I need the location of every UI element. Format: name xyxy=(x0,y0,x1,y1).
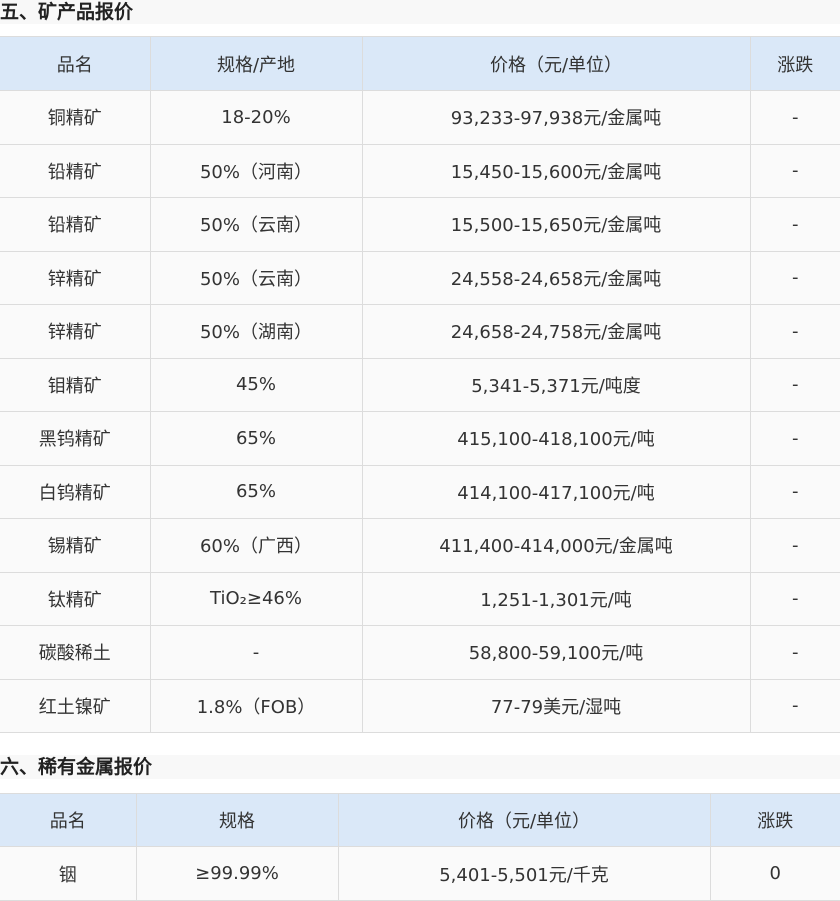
column-header-price: 价格（元/单位） xyxy=(337,793,711,847)
cell-change: - xyxy=(749,357,840,412)
cell-price: 93,233-97,938元/金属吨 xyxy=(361,90,751,145)
column-header-change: 涨跌 xyxy=(709,793,840,847)
cell-change: - xyxy=(749,197,840,252)
cell-price: 15,500-15,650元/金属吨 xyxy=(361,197,751,252)
column-header-name: 品名 xyxy=(0,36,151,91)
table-row: 铟 ≥99.99% 5,401-5,501元/千克 0 xyxy=(0,846,840,901)
cell-spec: 18-20% xyxy=(149,90,363,145)
cell-name: 锌精矿 xyxy=(0,304,151,359)
cell-price: 15,450-15,600元/金属吨 xyxy=(361,143,751,198)
column-header-change: 涨跌 xyxy=(749,36,840,91)
cell-name: 铅精矿 xyxy=(0,197,151,252)
column-header-price: 价格（元/单位） xyxy=(361,36,751,91)
column-header-spec: 规格 xyxy=(135,793,339,847)
cell-name: 黑钨精矿 xyxy=(0,411,151,466)
cell-name: 铅精矿 xyxy=(0,143,151,198)
cell-change: - xyxy=(749,250,840,305)
table-row: 红土镍矿 1.8%（FOB） 77-79美元/湿吨 - xyxy=(0,678,840,733)
cell-name: 铟 xyxy=(0,846,137,901)
cell-spec: - xyxy=(149,625,363,680)
table-row: 白钨精矿 65% 414,100-417,100元/吨 - xyxy=(0,464,840,519)
cell-name: 铜精矿 xyxy=(0,90,151,145)
cell-name: 锡精矿 xyxy=(0,518,151,573)
cell-price: 58,800-59,100元/吨 xyxy=(361,625,751,680)
cell-price: 414,100-417,100元/吨 xyxy=(361,464,751,519)
table-row: 铜精矿 18-20% 93,233-97,938元/金属吨 - xyxy=(0,90,840,145)
cell-price: 24,658-24,758元/金属吨 xyxy=(361,304,751,359)
table-row: 铅精矿 50%（云南） 15,500-15,650元/金属吨 - xyxy=(0,197,840,252)
table-row: 钛精矿 TiO₂≥46% 1,251-1,301元/吨 - xyxy=(0,571,840,626)
cell-change: - xyxy=(749,304,840,359)
cell-spec: 50%（河南） xyxy=(149,143,363,198)
rare-metals-table: 品名 规格 价格（元/单位） 涨跌 铟 ≥99.99% 5,401-5,501元/千… xyxy=(0,793,840,901)
column-header-name: 品名 xyxy=(0,793,137,847)
cell-spec: 50%（湖南） xyxy=(149,304,363,359)
section-title-mineral-products: 五、矿产品报价 xyxy=(0,0,840,24)
cell-price: 1,251-1,301元/吨 xyxy=(361,571,751,626)
cell-name: 碳酸稀土 xyxy=(0,625,151,680)
cell-price: 415,100-418,100元/吨 xyxy=(361,411,751,466)
cell-price: 5,401-5,501元/千克 xyxy=(337,846,711,901)
cell-name: 钛精矿 xyxy=(0,571,151,626)
cell-name: 锌精矿 xyxy=(0,250,151,305)
cell-spec: 65% xyxy=(149,464,363,519)
cell-change: 0 xyxy=(709,846,840,901)
cell-change: - xyxy=(749,571,840,626)
table-header-row: 品名 规格/产地 价格（元/单位） 涨跌 xyxy=(0,36,840,91)
cell-change: - xyxy=(749,678,840,733)
cell-change: - xyxy=(749,518,840,573)
cell-change: - xyxy=(749,625,840,680)
table-row: 锡精矿 60%（广西） 411,400-414,000元/金属吨 - xyxy=(0,518,840,573)
cell-name: 钼精矿 xyxy=(0,357,151,412)
table-row: 锌精矿 50%（云南） 24,558-24,658元/金属吨 - xyxy=(0,250,840,305)
cell-spec: ≥99.99% xyxy=(135,846,339,901)
table-row: 黑钨精矿 65% 415,100-418,100元/吨 - xyxy=(0,411,840,466)
table-row: 锌精矿 50%（湖南） 24,658-24,758元/金属吨 - xyxy=(0,304,840,359)
table-row: 碳酸稀土 -58,800-59,100元/吨 - xyxy=(0,625,840,680)
cell-change: - xyxy=(749,411,840,466)
cell-price: 5,341-5,371元/吨度 xyxy=(361,357,751,412)
cell-spec: 50%（云南） xyxy=(149,197,363,252)
table-row: 钼精矿 45% 5,341-5,371元/吨度 - xyxy=(0,357,840,412)
cell-spec: 65% xyxy=(149,411,363,466)
cell-name: 白钨精矿 xyxy=(0,464,151,519)
table-row: 铅精矿 50%（河南） 15,450-15,600元/金属吨 - xyxy=(0,143,840,198)
cell-spec: TiO₂≥46% xyxy=(149,571,363,626)
cell-change: - xyxy=(749,464,840,519)
cell-price: 411,400-414,000元/金属吨 xyxy=(361,518,751,573)
cell-spec: 45% xyxy=(149,357,363,412)
cell-change: - xyxy=(749,90,840,145)
cell-spec: 1.8%（FOB） xyxy=(149,678,363,733)
table-header-row: 品名 规格 价格（元/单位） 涨跌 xyxy=(0,793,840,847)
mineral-products-table: 品名 规格/产地 价格（元/单位） 涨跌 铜精矿 18-20% 93,233-97,… xyxy=(0,36,840,733)
cell-spec: 50%（云南） xyxy=(149,250,363,305)
cell-change: - xyxy=(749,143,840,198)
cell-price: 77-79美元/湿吨 xyxy=(361,678,751,733)
cell-name: 红土镍矿 xyxy=(0,678,151,733)
cell-price: 24,558-24,658元/金属吨 xyxy=(361,250,751,305)
cell-spec: 60%（广西） xyxy=(149,518,363,573)
section-title-rare-metals: 六、稀有金属报价 xyxy=(0,755,840,779)
column-header-spec-origin: 规格/产地 xyxy=(149,36,363,91)
